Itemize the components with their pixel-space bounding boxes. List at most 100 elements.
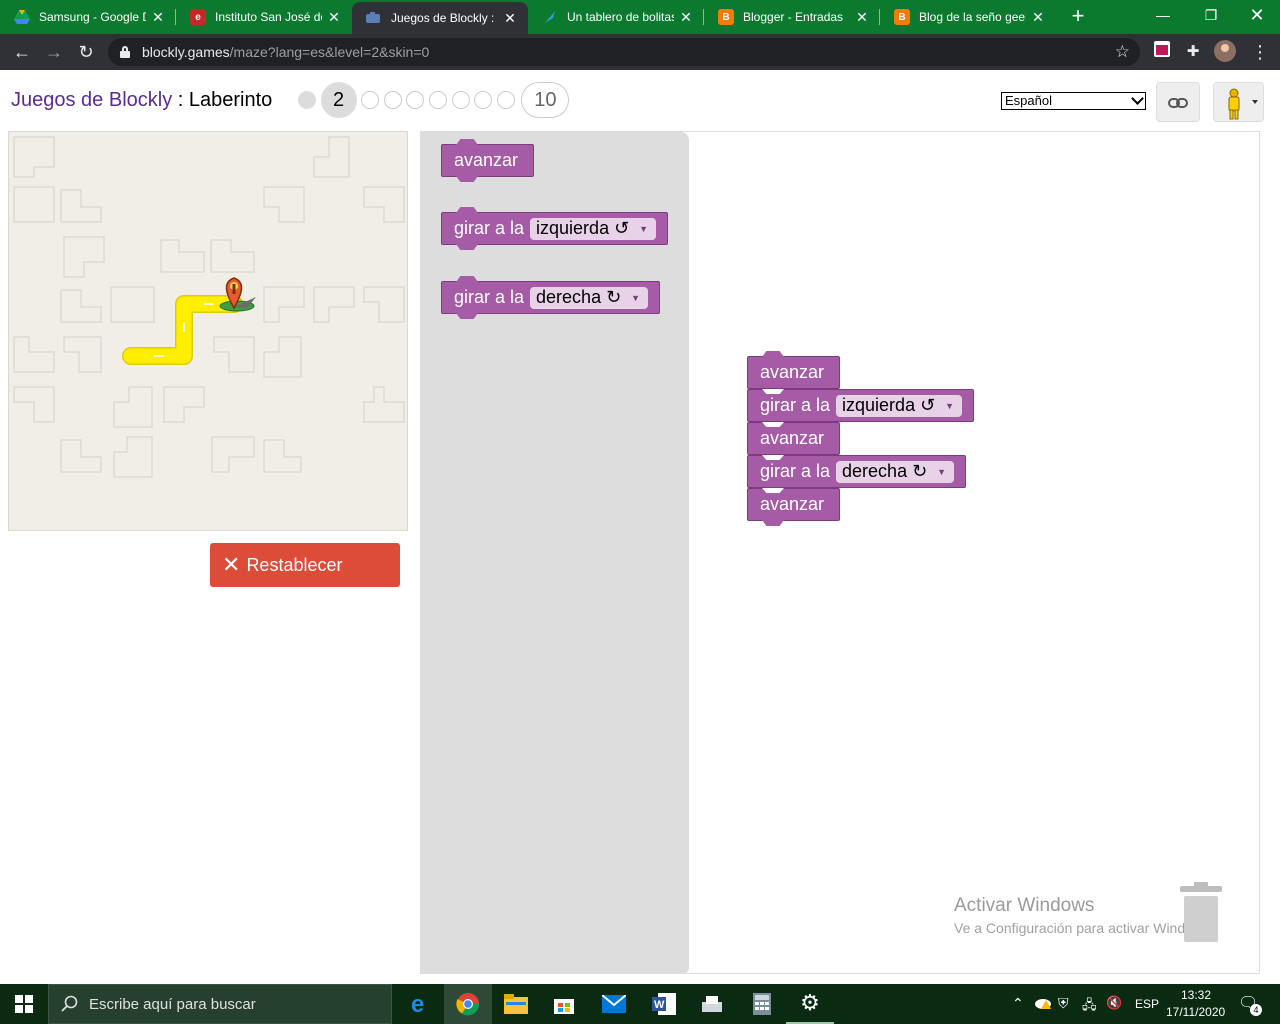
level-3-dot[interactable] — [361, 91, 380, 109]
direction-dropdown[interactable]: derecha ↻ ▼ — [530, 286, 649, 309]
direction-dropdown[interactable]: izquierda ↺ ▼ — [836, 394, 963, 417]
clock-time[interactable]: 13:32 — [1181, 988, 1211, 1002]
program-block-avanzar[interactable]: avanzar — [747, 488, 840, 526]
level-8-dot[interactable] — [474, 91, 493, 109]
block-label: girar a la — [760, 395, 831, 415]
reload-icon[interactable]: ↻ — [70, 36, 102, 68]
google-drive-icon — [14, 9, 30, 25]
back-arrow-icon[interactable]: ← — [6, 36, 38, 68]
reset-button[interactable]: ✕ Restablecer — [210, 543, 400, 587]
start-button[interactable] — [0, 984, 48, 1024]
block-label: avanzar — [760, 494, 825, 514]
toolbox-block-turn-right[interactable]: girar a la derecha ↻ ▼ — [441, 281, 660, 319]
blockly-workspace[interactable]: avanzar girar a la izquierda ↺ ▼ girar a… — [420, 131, 1260, 974]
notification-count-badge: 4 — [1250, 1004, 1262, 1016]
tab-close-icon[interactable]: ✕ — [854, 9, 870, 25]
file-explorer-icon[interactable] — [492, 984, 540, 1024]
input-language[interactable]: ESP — [1135, 997, 1159, 1011]
word-icon[interactable]: W — [640, 984, 688, 1024]
mail-icon[interactable] — [590, 984, 638, 1024]
maze-drawing — [13, 136, 405, 478]
tab-tablero-bolitas[interactable]: Un tablero de bolitas ✕ — [528, 0, 704, 34]
language-select[interactable]: Español — [1001, 92, 1146, 110]
new-tab-button[interactable]: + — [1064, 3, 1092, 31]
trash-can-icon[interactable] — [1180, 882, 1222, 942]
tab-blog-seno-geek[interactable]: B Blog de la seño geek ✕ — [880, 0, 1056, 34]
language-selected: Español — [1005, 93, 1052, 108]
edge-icon[interactable]: e — [396, 984, 444, 1024]
program-block-avanzar[interactable]: avanzar — [747, 356, 840, 389]
extensions-puzzle-icon[interactable]: ✚ — [1181, 40, 1205, 64]
dropdown-value: derecha ↻ — [842, 461, 928, 481]
address-bar[interactable]: blockly.games/maze?lang=es&level=2&skin=… — [108, 38, 1140, 66]
chrome-icon[interactable] — [444, 984, 492, 1024]
school-icon: e — [190, 9, 206, 25]
level-1-dot[interactable] — [298, 91, 316, 109]
block-label: avanzar — [454, 150, 519, 170]
tab-blockly-games[interactable]: Juegos de Blockly : La ✕ — [352, 2, 528, 34]
tab-instituto[interactable]: e Instituto San José de ✕ — [176, 0, 352, 34]
tab-close-icon[interactable]: ✕ — [1030, 9, 1046, 25]
tab-close-icon[interactable]: ✕ — [502, 10, 518, 26]
tab-title: Instituto San José de — [215, 10, 322, 24]
tab-blogger-entradas[interactable]: B Blogger - Entradas ✕ — [704, 0, 880, 34]
bookmark-star-icon[interactable]: ☆ — [1115, 42, 1130, 62]
toolbox-block-turn-left[interactable]: girar a la izquierda ↺ ▼ — [441, 212, 668, 250]
minimize-button[interactable]: — — [1140, 0, 1186, 30]
level-5-dot[interactable] — [406, 91, 425, 109]
volume-muted-icon[interactable]: 🔇 — [1106, 995, 1122, 1011]
tab-title: Un tablero de bolitas — [567, 10, 674, 24]
blockly-icon — [366, 10, 382, 26]
blogger-icon: B — [718, 9, 734, 25]
level-7-dot[interactable] — [451, 91, 470, 109]
clock-date[interactable]: 17/11/2020 — [1166, 1005, 1225, 1019]
svg-text:e: e — [411, 992, 424, 1016]
close-window-button[interactable]: ✕ — [1234, 0, 1280, 30]
link-icon — [1168, 98, 1188, 108]
chevron-down-icon — [1131, 92, 1144, 105]
security-icon[interactable]: ⛨ — [1058, 995, 1069, 1012]
url-host: blockly.games — [142, 44, 230, 60]
pegman-skin-button[interactable] — [1213, 82, 1264, 122]
lock-icon — [120, 46, 130, 58]
level-last[interactable]: 10 — [521, 82, 570, 118]
extension-calendar-icon[interactable] — [1150, 40, 1174, 64]
tab-close-icon[interactable]: ✕ — [326, 9, 342, 25]
onedrive-warning-icon[interactable] — [1034, 996, 1052, 1013]
program-block-turn-right[interactable]: girar a la derecha ↻ ▼ — [747, 455, 966, 488]
program-block-avanzar[interactable]: avanzar — [747, 422, 840, 455]
tab-close-icon[interactable]: ✕ — [678, 9, 694, 25]
tab-close-icon[interactable]: ✕ — [150, 9, 166, 25]
dropdown-value: derecha ↻ — [536, 287, 622, 307]
store-icon[interactable] — [540, 984, 588, 1024]
scanner-icon[interactable] — [688, 984, 736, 1024]
level-4-dot[interactable] — [383, 91, 402, 109]
direction-dropdown[interactable]: izquierda ↺ ▼ — [530, 217, 657, 240]
blogger-icon: B — [894, 9, 910, 25]
forward-arrow-icon[interactable]: → — [38, 36, 70, 68]
block-label: avanzar — [760, 428, 825, 448]
level-6-dot[interactable] — [428, 91, 447, 109]
game-title: Laberinto — [188, 89, 273, 111]
network-icon[interactable]: 🖧 — [1082, 996, 1097, 1018]
chrome-menu-icon[interactable]: ⋮ — [1248, 40, 1272, 64]
link-button[interactable] — [1156, 82, 1200, 122]
browser-tab-strip: Samsung - Google D ✕ e Instituto San Jos… — [0, 0, 1280, 34]
level-9-dot[interactable] — [496, 91, 515, 109]
toolbox-block-avanzar[interactable]: avanzar — [441, 144, 534, 182]
taskbar-search[interactable]: Escribe aquí para buscar — [48, 984, 392, 1024]
settings-gear-icon[interactable]: ⚙ — [786, 984, 834, 1024]
profile-avatar[interactable] — [1213, 40, 1237, 64]
dropdown-caret-icon: ▼ — [639, 223, 649, 234]
calculator-icon[interactable] — [738, 984, 786, 1024]
direction-dropdown[interactable]: derecha ↻ ▼ — [836, 460, 955, 483]
block-label: avanzar — [760, 362, 825, 382]
dropdown-value: izquierda ↺ — [842, 395, 936, 415]
brand-link[interactable]: Juegos de Blockly — [11, 89, 172, 111]
tray-chevron-up-icon[interactable]: ⌃ — [1012, 995, 1024, 1012]
program-block-turn-left[interactable]: girar a la izquierda ↺ ▼ — [747, 389, 974, 422]
level-current[interactable]: 2 — [320, 82, 357, 118]
search-icon — [61, 995, 78, 1012]
tab-samsung-drive[interactable]: Samsung - Google D ✕ — [0, 0, 176, 34]
restore-button[interactable]: ❐ — [1188, 0, 1234, 30]
